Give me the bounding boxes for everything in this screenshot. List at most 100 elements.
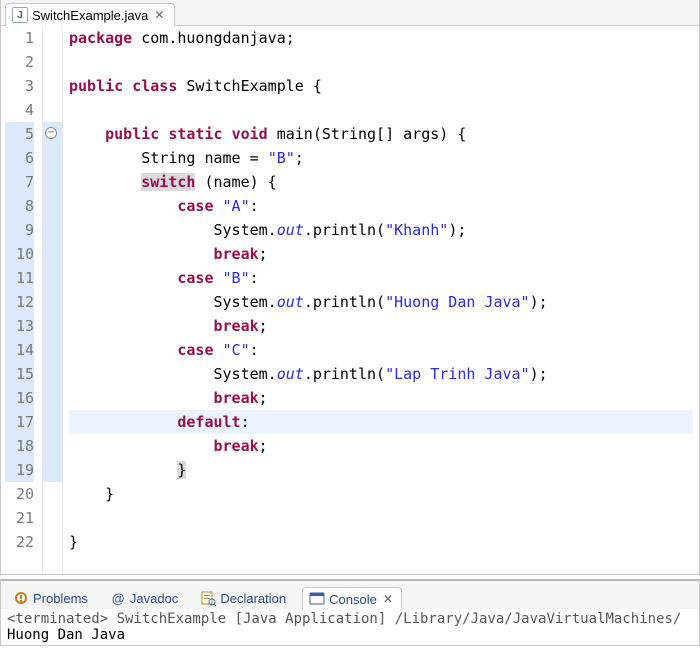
code-line[interactable]: break; bbox=[69, 386, 693, 410]
keyword-token: break bbox=[214, 389, 259, 407]
code-token bbox=[214, 197, 223, 215]
code-token: : bbox=[250, 197, 259, 215]
code-line[interactable]: System.out.println("Khanh"); bbox=[69, 218, 693, 242]
string-token: "Huong Dan Java" bbox=[385, 293, 530, 311]
code-token: ; bbox=[259, 245, 268, 263]
code-line[interactable]: System.out.println("Lap Trinh Java"); bbox=[69, 362, 693, 386]
marker-cell bbox=[43, 482, 62, 506]
line-number: 12 bbox=[5, 290, 34, 314]
code-token: (name) { bbox=[195, 173, 276, 191]
code-token: ); bbox=[530, 365, 548, 383]
line-number: 13 bbox=[5, 314, 34, 338]
string-token: "Khanh" bbox=[385, 221, 448, 239]
line-number: 11 bbox=[5, 266, 34, 290]
code-token: ; bbox=[295, 149, 304, 167]
keyword-token: case bbox=[177, 341, 213, 359]
code-line[interactable]: default: bbox=[69, 410, 693, 434]
keyword-token: default bbox=[177, 413, 240, 431]
string-token: "A" bbox=[223, 197, 250, 215]
code-line[interactable]: break; bbox=[69, 434, 693, 458]
code-line[interactable]: public class SwitchExample { bbox=[69, 74, 693, 98]
code-token: String name = bbox=[69, 149, 268, 167]
code-line[interactable]: public static void main(String[] args) { bbox=[69, 122, 693, 146]
code-token: ; bbox=[259, 437, 268, 455]
keyword-token: case bbox=[177, 197, 213, 215]
code-token bbox=[69, 197, 177, 215]
line-number: 10 bbox=[5, 242, 34, 266]
tab-javadoc[interactable]: @ Javadoc bbox=[104, 587, 184, 609]
code-token: } bbox=[69, 533, 78, 551]
tab-console[interactable]: Console ✕ bbox=[302, 587, 402, 610]
problems-icon bbox=[13, 590, 29, 606]
keyword-token: break bbox=[214, 437, 259, 455]
line-number: 16 bbox=[5, 386, 34, 410]
code-line[interactable]: String name = "B"; bbox=[69, 146, 693, 170]
string-token: "C" bbox=[223, 341, 250, 359]
marker-cell: − bbox=[43, 122, 62, 146]
code-line[interactable]: } bbox=[69, 458, 693, 482]
marker-cell bbox=[43, 218, 62, 242]
marker-cell bbox=[43, 434, 62, 458]
tab-problems[interactable]: Problems bbox=[7, 587, 94, 609]
code-token: com.huongdanjava; bbox=[132, 29, 295, 47]
code-line[interactable] bbox=[69, 98, 693, 122]
code-line[interactable]: System.out.println("Huong Dan Java"); bbox=[69, 290, 693, 314]
editor-tab-switchexample[interactable]: J SwitchExample.java ✕ bbox=[5, 3, 175, 26]
code-line[interactable]: switch (name) { bbox=[69, 170, 693, 194]
keyword-token: package bbox=[69, 29, 132, 47]
tab-problems-label: Problems bbox=[33, 591, 88, 606]
field-token: out bbox=[277, 365, 304, 383]
marker-cell bbox=[43, 386, 62, 410]
code-line[interactable] bbox=[69, 506, 693, 530]
code-token: .println( bbox=[304, 293, 385, 311]
field-token: out bbox=[277, 293, 304, 311]
code-line[interactable]: } bbox=[69, 530, 693, 554]
marker-cell bbox=[43, 266, 62, 290]
keyword-token: public bbox=[105, 125, 159, 143]
keyword-token: case bbox=[177, 269, 213, 287]
code-token: } bbox=[69, 485, 114, 503]
close-icon[interactable]: ✕ bbox=[381, 592, 395, 606]
line-number: 21 bbox=[5, 506, 34, 530]
console-output-line: Huong Dan Java bbox=[7, 627, 693, 643]
code-token bbox=[69, 389, 214, 407]
code-line[interactable]: case "B": bbox=[69, 266, 693, 290]
code-line[interactable]: case "A": bbox=[69, 194, 693, 218]
tab-declaration[interactable]: Declaration bbox=[194, 587, 292, 609]
declaration-icon bbox=[200, 590, 216, 606]
code-token: ); bbox=[530, 293, 548, 311]
marker-cell bbox=[43, 50, 62, 74]
marker-cell bbox=[43, 458, 62, 482]
code-token bbox=[69, 341, 177, 359]
code-line[interactable]: } bbox=[69, 482, 693, 506]
line-number-gutter: 12345678910111213141516171819202122 bbox=[1, 26, 43, 574]
code-token: ; bbox=[259, 317, 268, 335]
code-line[interactable] bbox=[69, 50, 693, 74]
line-number: 18 bbox=[5, 434, 34, 458]
fold-toggle-icon[interactable]: − bbox=[45, 127, 57, 139]
editor-tab-label: SwitchExample.java bbox=[32, 8, 148, 23]
line-number: 14 bbox=[5, 338, 34, 362]
marker-cell bbox=[43, 314, 62, 338]
code-line[interactable]: break; bbox=[69, 242, 693, 266]
code-token bbox=[214, 269, 223, 287]
console-icon bbox=[309, 591, 325, 607]
code-token bbox=[223, 125, 232, 143]
code-line[interactable]: break; bbox=[69, 314, 693, 338]
line-number: 19 bbox=[5, 458, 34, 482]
console-body[interactable]: <terminated> SwitchExample [Java Applica… bbox=[1, 609, 699, 645]
marker-cell bbox=[43, 170, 62, 194]
code-token bbox=[159, 125, 168, 143]
code-line[interactable]: case "C": bbox=[69, 338, 693, 362]
code-line[interactable]: package com.huongdanjava; bbox=[69, 26, 693, 50]
line-number: 1 bbox=[5, 26, 34, 50]
bottom-panel: Problems @ Javadoc Declaration Console ✕… bbox=[0, 579, 700, 646]
marker-cell bbox=[43, 290, 62, 314]
code-token bbox=[69, 125, 105, 143]
code-token bbox=[69, 461, 177, 479]
close-icon[interactable]: ✕ bbox=[152, 8, 166, 22]
code-editor[interactable]: 12345678910111213141516171819202122 − pa… bbox=[1, 26, 699, 574]
code-body[interactable]: package com.huongdanjava; public class S… bbox=[63, 26, 699, 574]
line-number: 6 bbox=[5, 146, 34, 170]
code-token bbox=[69, 317, 214, 335]
